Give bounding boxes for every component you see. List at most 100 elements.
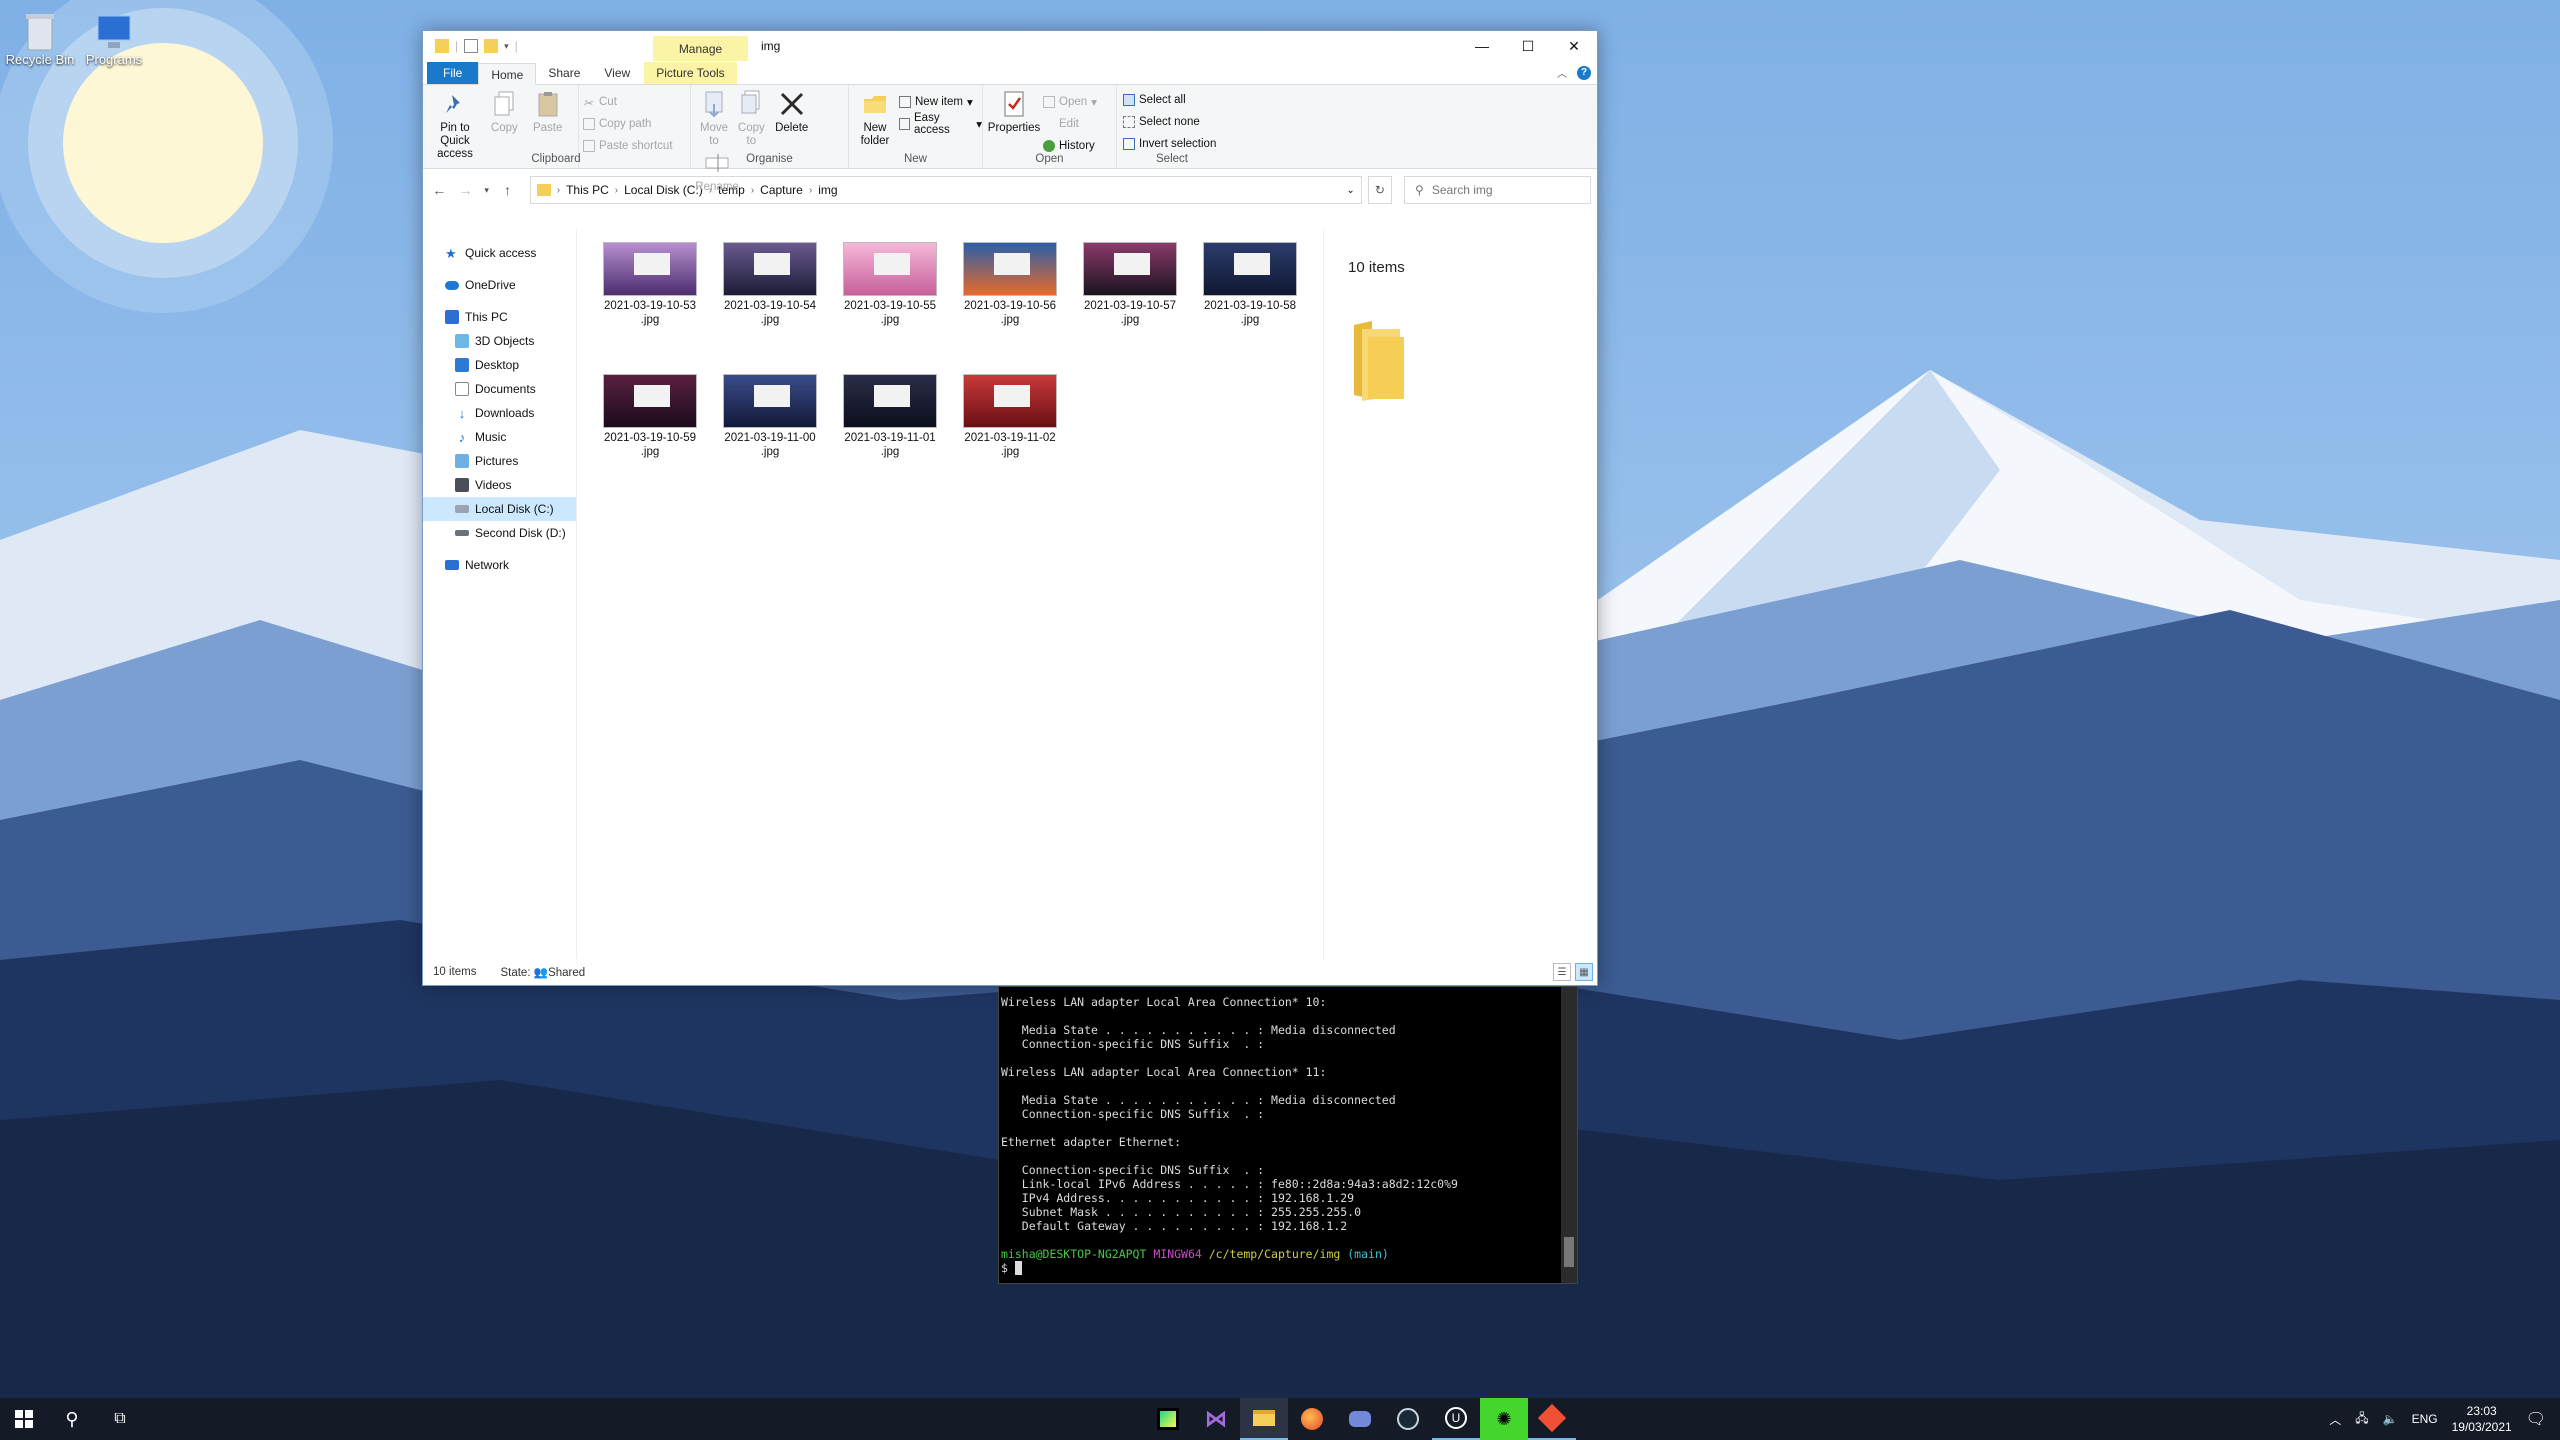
status-state: State: 👥Shared — [500, 967, 586, 979]
close-button[interactable]: ✕ — [1551, 31, 1597, 61]
file-extension: .jpg — [1240, 314, 1260, 327]
large-icons-view-button[interactable]: ▦ — [1575, 963, 1593, 981]
move-to-button[interactable]: Move to — [697, 89, 731, 148]
paste-button[interactable]: Paste — [528, 89, 568, 135]
network-status-icon[interactable]: 🖧 — [2355, 1409, 2368, 1430]
select-none-button[interactable]: Select none — [1123, 113, 1216, 131]
taskbar-firefox[interactable] — [1288, 1398, 1336, 1440]
invert-selection-icon — [1123, 138, 1135, 150]
details-view-button[interactable]: ☰ — [1553, 963, 1571, 981]
nav-this-pc[interactable]: This PC — [423, 305, 576, 329]
refresh-button[interactable]: ↻ — [1367, 176, 1393, 204]
task-view-button[interactable]: ⧉ — [96, 1398, 144, 1440]
terminal-scrollbar[interactable] — [1561, 987, 1577, 1283]
nav-pictures[interactable]: Pictures — [423, 449, 576, 473]
new-item-button[interactable]: New item ▾ — [899, 93, 982, 111]
terminal-line: Wireless LAN adapter Local Area Connecti… — [1001, 995, 1327, 1009]
file-item[interactable]: 2021-03-19-10-57 .jpg — [1071, 237, 1189, 328]
taskbar-unreal[interactable]: U — [1432, 1398, 1480, 1440]
taskbar-file-explorer[interactable] — [1240, 1398, 1288, 1440]
file-item[interactable]: 2021-03-19-10-55 .jpg — [831, 237, 949, 328]
taskbar-razer[interactable]: ✺ — [1480, 1398, 1528, 1440]
properties-button[interactable]: Properties — [988, 89, 1040, 135]
breadcrumb-capture[interactable]: Capture — [760, 183, 803, 197]
up-button[interactable]: ↑ — [497, 182, 517, 198]
address-dropdown-icon[interactable]: ⌄ — [1346, 185, 1354, 196]
notifications-icon[interactable]: 🗨 — [2526, 1409, 2546, 1429]
file-item[interactable]: 2021-03-19-10-53 .jpg — [591, 237, 709, 328]
language-indicator[interactable]: ENG — [2412, 1412, 2438, 1426]
volume-icon[interactable]: 🔈 — [2383, 1412, 2398, 1426]
thumbnail-window — [994, 253, 1030, 275]
qat-dropdown-icon[interactable]: ▾ — [504, 41, 509, 52]
nav-network[interactable]: Network — [423, 553, 576, 577]
breadcrumb-img[interactable]: img — [818, 183, 837, 197]
tab-picture-tools[interactable]: Picture Tools — [644, 62, 737, 84]
pin-quick-access-button[interactable]: Pin to Quick access — [429, 89, 481, 162]
address-bar[interactable]: › This PC › Local Disk (C:) › temp › Captur… — [529, 176, 1362, 204]
file-item[interactable]: 2021-03-19-10-56 .jpg — [951, 237, 1069, 328]
nav-videos[interactable]: Videos — [423, 473, 576, 497]
file-item[interactable]: 2021-03-19-11-00 .jpg — [711, 369, 829, 460]
video-icon — [455, 478, 469, 492]
copy-button[interactable]: Copy — [484, 89, 524, 135]
file-item[interactable]: 2021-03-19-10-58 .jpg — [1191, 237, 1309, 328]
easy-access-button[interactable]: Easy access ▾ — [899, 112, 982, 136]
breadcrumb-this-pc[interactable]: This PC — [566, 183, 609, 197]
file-item[interactable]: 2021-03-19-10-59 .jpg — [591, 369, 709, 460]
copy-to-button[interactable]: Copy to — [734, 89, 768, 148]
terminal-line: Link-local IPv6 Address . . . . . : fe80… — [1001, 1177, 1458, 1191]
file-item[interactable]: 2021-03-19-11-01 .jpg — [831, 369, 949, 460]
file-explorer-window: | ▾ | Manage img — ☐ ✕ File Home Share V… — [422, 30, 1598, 986]
start-icon — [15, 1410, 33, 1428]
tab-file[interactable]: File — [427, 62, 479, 84]
nav-onedrive[interactable]: OneDrive — [423, 273, 576, 297]
edit-button[interactable]: Edit — [1043, 115, 1097, 133]
tab-view[interactable]: View — [592, 62, 642, 84]
new-folder-button[interactable]: New folder — [855, 89, 895, 148]
maximize-button[interactable]: ☐ — [1505, 31, 1551, 61]
recycle-bin-icon[interactable]: Recycle Bin — [0, 8, 80, 67]
new-folder-qat-icon[interactable] — [484, 39, 499, 53]
recent-locations-button[interactable]: ▾ — [482, 185, 491, 196]
taskbar-discord[interactable] — [1336, 1398, 1384, 1440]
file-item[interactable]: 2021-03-19-10-54 .jpg — [711, 237, 829, 328]
git-bash-terminal[interactable]: Wireless LAN adapter Local Area Connecti… — [998, 986, 1578, 1284]
nav-downloads[interactable]: ↓ Downloads — [423, 401, 576, 425]
show-hidden-icons-icon[interactable]: ︿ — [2329, 1411, 2341, 1428]
search-icon: ⚲ — [1415, 183, 1424, 197]
delete-button[interactable]: Delete — [772, 89, 812, 135]
refresh-icon: ↻ — [1374, 183, 1385, 197]
clock[interactable]: 23:03 19/03/2021 — [2452, 1403, 2512, 1435]
search-button[interactable]: ⚲ — [48, 1398, 96, 1440]
help-icon[interactable]: ? — [1577, 65, 1591, 80]
tab-share[interactable]: Share — [536, 62, 592, 84]
breadcrumb-local-disk[interactable]: Local Disk (C:) — [624, 183, 703, 197]
nav-3d-objects[interactable]: 3D Objects — [423, 329, 576, 353]
collapse-ribbon-icon[interactable]: ︿ — [1557, 65, 1567, 80]
nav-documents[interactable]: Documents — [423, 377, 576, 401]
taskbar-visual-studio[interactable]: ⋈ — [1192, 1398, 1240, 1440]
start-button[interactable] — [0, 1398, 48, 1440]
select-all-button[interactable]: Select all — [1123, 91, 1216, 109]
copy-icon — [494, 91, 514, 116]
programs-icon[interactable]: Programs — [74, 8, 154, 67]
taskbar-steam[interactable] — [1384, 1398, 1432, 1440]
tab-home[interactable]: Home — [478, 63, 537, 85]
nav-local-disk-c[interactable]: Local Disk (C:) — [423, 497, 576, 521]
forward-button[interactable]: → — [455, 182, 475, 198]
properties-qat-icon[interactable] — [464, 39, 479, 53]
taskbar-pycharm[interactable] — [1144, 1398, 1192, 1440]
nav-music[interactable]: ♪ Music — [423, 425, 576, 449]
nav-second-disk-d[interactable]: Second Disk (D:) — [423, 521, 576, 545]
nav-desktop[interactable]: Desktop — [423, 353, 576, 377]
minimize-button[interactable]: — — [1459, 31, 1505, 61]
nav-quick-access[interactable]: ★ Quick access — [423, 241, 576, 265]
search-input[interactable]: ⚲ Search img — [1404, 176, 1591, 204]
invert-selection-button[interactable]: Invert selection — [1123, 135, 1216, 153]
open-button[interactable]: Open ▾ — [1043, 93, 1097, 111]
taskbar-git[interactable] — [1528, 1398, 1576, 1440]
back-button[interactable]: ← — [429, 182, 449, 198]
file-item[interactable]: 2021-03-19-11-02 .jpg — [951, 369, 1069, 460]
